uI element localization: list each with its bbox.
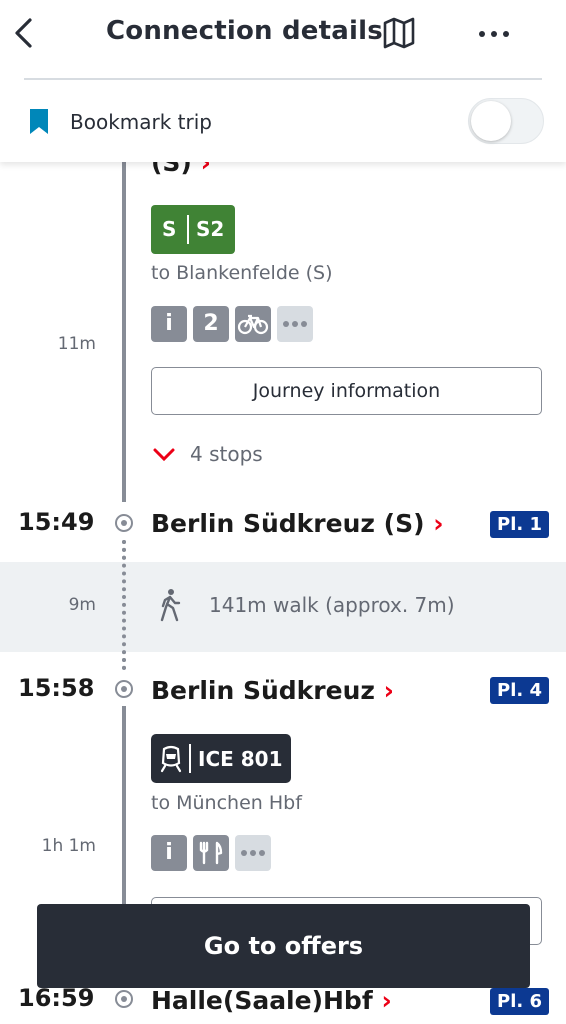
leg1-attribute-icons: i 2: [151, 306, 351, 342]
chevron-right-icon: ›: [383, 676, 394, 705]
leg2-destination: to München Hbf: [151, 792, 302, 814]
stop2-platform-badge: Pl. 4: [490, 677, 549, 704]
stop1-station[interactable]: Berlin Südkreuz (S) ›: [151, 509, 444, 538]
header: Connection details Bookmark trip: [0, 0, 566, 162]
chevron-right-icon: ›: [433, 509, 444, 538]
walk-dotted-line-overlay: [122, 540, 126, 670]
info-icon[interactable]: i: [151, 306, 187, 342]
map-icon[interactable]: [382, 17, 416, 49]
stop3-platform-badge: Pl. 6: [490, 988, 549, 1015]
back-arrow-icon[interactable]: [10, 14, 40, 52]
journey-information-button[interactable]: Journey information: [151, 367, 542, 415]
info-icon[interactable]: i: [151, 835, 187, 871]
walk-duration: 9m: [68, 595, 96, 615]
stop2-station[interactable]: Berlin Südkreuz ›: [151, 676, 394, 705]
stop1-time: 15:49: [18, 508, 95, 536]
leg1-duration: 11m: [57, 334, 96, 354]
bookmark-toggle[interactable]: [468, 98, 544, 144]
more-attributes-icon[interactable]: [277, 306, 313, 342]
stop-node-icon: [115, 514, 133, 532]
stop3-station[interactable]: Halle(Saale)Hbf ›: [151, 986, 392, 1015]
chevron-right-icon: ›: [381, 986, 392, 1015]
bicycle-icon[interactable]: [235, 306, 271, 342]
walking-person-icon: [158, 588, 182, 622]
stop2-time: 15:58: [18, 674, 95, 702]
go-to-offers-button[interactable]: Go to offers: [37, 904, 530, 988]
bookmark-icon: [28, 108, 50, 136]
walk-description: 141m walk (approx. 7m): [209, 593, 455, 617]
route-line-leg1: [122, 162, 126, 502]
leg1-destination: to Blankenfelde (S): [151, 262, 333, 284]
stop1-platform-badge: Pl. 1: [490, 511, 549, 538]
chevron-down-icon: [152, 444, 176, 468]
toggle-knob: [471, 101, 511, 141]
ice-train-icon: [160, 745, 182, 773]
bookmark-trip-label: Bookmark trip: [70, 110, 212, 134]
class-icon[interactable]: 2: [193, 306, 229, 342]
stops-count-label: 4 stops: [190, 442, 263, 466]
stop-node-icon: [115, 990, 133, 1008]
header-divider: [24, 78, 542, 80]
leg2-attribute-icons: i: [151, 835, 351, 871]
restaurant-icon[interactable]: [193, 835, 229, 871]
line-badge-s2: S S2: [151, 205, 235, 254]
leg2-duration: 1h 1m: [41, 836, 96, 856]
badge-separator: [189, 744, 191, 773]
line-name-label: ICE 801: [198, 747, 283, 771]
more-attributes-icon[interactable]: [235, 835, 271, 871]
line-badge-ice-801: ICE 801: [151, 734, 291, 783]
page-title: Connection details: [106, 16, 383, 46]
stop3-time: 16:59: [18, 984, 95, 1012]
line-type-label: S: [162, 217, 177, 241]
more-options-icon[interactable]: [474, 22, 514, 46]
line-name-label: S2: [196, 217, 225, 241]
badge-separator: [187, 215, 189, 244]
stops-expander[interactable]: 4 stops: [152, 442, 263, 468]
stop-node-icon: [115, 680, 133, 698]
